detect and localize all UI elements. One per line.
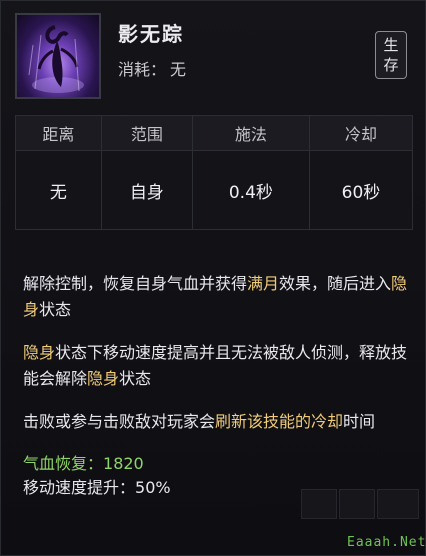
effect-value: 1820 <box>103 454 144 473</box>
desc-highlight: 刷新该技能的冷却 <box>215 412 344 431</box>
stats-value-row: 无 自身 0.4秒 60秒 <box>15 150 414 230</box>
stat-value-area: 自身 <box>100 150 193 230</box>
desc-text: 状态下移动速度提高并且无法被敌人侦测，释放技能会解除 <box>23 343 408 388</box>
desc-highlight: 隐身 <box>23 343 56 362</box>
skill-name: 影无踪 <box>118 22 184 46</box>
stat-value-range: 无 <box>15 150 102 230</box>
effect-value: 50% <box>135 478 171 497</box>
description-paragraph: 击败或参与击败敌对玩家会刷新该技能的冷却时间 <box>23 409 413 435</box>
skill-description: 解除控制，恢复自身气血并获得满月效果，随后进入隐身状态 隐身状态下移动速度提高并… <box>23 271 413 500</box>
skill-cost: 消耗：无 <box>118 56 186 80</box>
desc-text: 状态 <box>119 369 152 388</box>
cost-colon: ： <box>150 60 167 79</box>
desc-text: 状态 <box>39 300 72 319</box>
stat-value-cooldown: 60秒 <box>308 150 414 230</box>
shadow-figure-icon <box>15 13 101 99</box>
stat-header-range: 距离 <box>15 115 102 151</box>
desc-highlight: 隐身 <box>87 369 120 388</box>
desc-text: 时间 <box>343 412 376 431</box>
description-paragraph: 解除控制，恢复自身气血并获得满月效果，随后进入隐身状态 <box>23 271 413 323</box>
desc-highlight: 满月 <box>247 274 280 293</box>
effect-line-speed: 移动速度提升：50% <box>23 476 413 500</box>
desc-text: 击败或参与击败敌对玩家会 <box>23 412 216 431</box>
skill-type-tag: 生 存 <box>375 31 407 79</box>
stats-header-row: 距离 范围 施法 冷却 <box>15 115 414 151</box>
stat-header-area: 范围 <box>100 115 193 151</box>
stat-header-cooldown: 冷却 <box>308 115 414 151</box>
effect-line-heal: 气血恢复：1820 <box>23 452 413 476</box>
cost-label: 消耗 <box>118 60 151 79</box>
desc-text: 解除控制，恢复自身气血并获得 <box>23 274 248 293</box>
skill-stats-table: 距离 范围 施法 冷却 无 自身 0.4秒 60秒 <box>15 115 414 230</box>
effect-label: 气血恢复： <box>23 454 104 473</box>
cost-value: 无 <box>170 60 187 79</box>
description-paragraph: 隐身状态下移动速度提高并且无法被敌人侦测，释放技能会解除隐身状态 <box>23 340 413 392</box>
stat-value-cast: 0.4秒 <box>191 150 310 230</box>
effect-label: 移动速度提升： <box>23 478 136 497</box>
skill-header: 影无踪 消耗：无 生 存 <box>1 1 426 113</box>
stat-header-cast: 施法 <box>191 115 310 151</box>
watermark-text: Eaaah.Net <box>347 535 426 550</box>
type-tag-char-2: 存 <box>383 56 399 74</box>
desc-text: 效果，随后进入 <box>279 274 392 293</box>
type-tag-char-1: 生 <box>383 36 399 54</box>
skill-tooltip-panel: 影无踪 消耗：无 生 存 距离 范围 施法 冷却 无 自身 0.4秒 60秒 解… <box>0 0 426 556</box>
